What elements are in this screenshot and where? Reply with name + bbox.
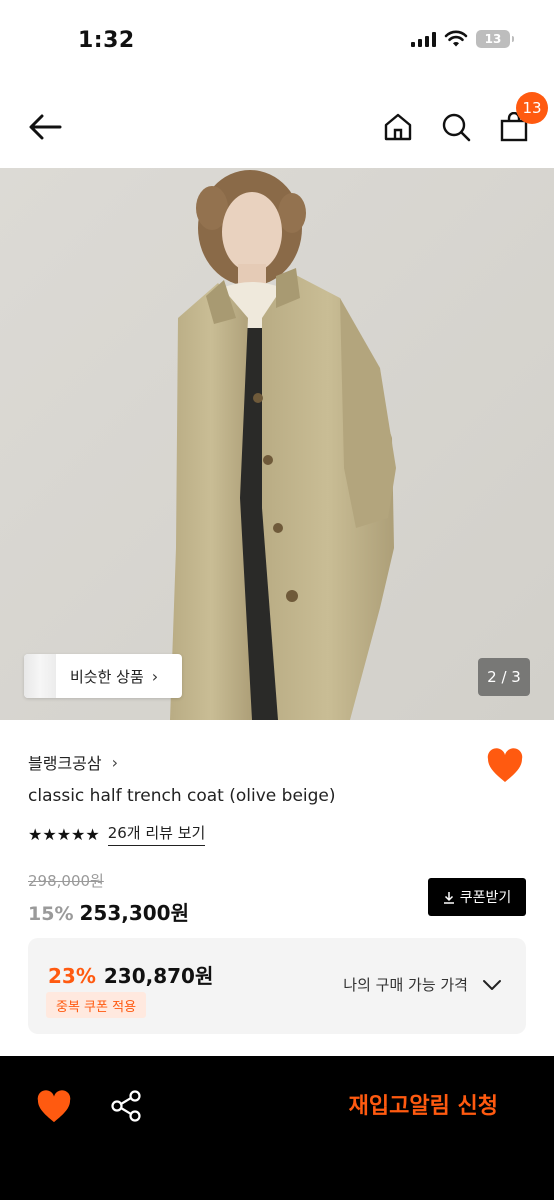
best-price: 230,870원 [103, 964, 214, 988]
best-price-row: 23% 230,870원 [48, 960, 213, 989]
discount-rate: 15% [28, 903, 74, 925]
price-row: 15% 253,300원 [28, 897, 189, 926]
like-button[interactable] [486, 748, 524, 784]
image-page-counter: 2 / 3 [478, 658, 530, 696]
best-discount-rate: 23% [48, 964, 96, 988]
chevron-right-icon: › [151, 666, 159, 686]
status-icons: 13 [411, 30, 514, 48]
original-price: 298,000원 [28, 872, 104, 890]
search-button[interactable] [436, 106, 476, 148]
brand-name: 블랭크공삼 [28, 754, 102, 773]
back-button[interactable] [24, 106, 66, 148]
cellular-signal-icon [411, 31, 436, 47]
home-icon [384, 113, 412, 141]
status-bar: 1:32 13 [0, 0, 554, 84]
rating-row: ★★★★★ 26개 리뷰 보기 [28, 822, 206, 846]
my-price-toggle[interactable]: 나의 구매 가능 가격 [343, 974, 502, 995]
sale-price: 253,300원 [79, 901, 189, 925]
restock-alert-button[interactable]: 재입고알림 신청 [349, 1088, 498, 1120]
product-name: classic half trench coat (olive beige) [28, 786, 336, 806]
battery-icon: 13 [476, 30, 514, 48]
product-photo [0, 168, 554, 720]
battery-level: 13 [484, 32, 502, 46]
chevron-right-icon: › [111, 752, 119, 772]
cart-count-badge: 13 [516, 92, 548, 124]
arrow-left-icon [29, 114, 62, 140]
share-button[interactable] [108, 1088, 144, 1124]
product-image-gallery[interactable]: 비슷한 상품 › 2 / 3 [0, 168, 554, 720]
stacked-coupon-tag: 중복 쿠폰 적용 [46, 992, 147, 1018]
similar-products-label: 비슷한 상품 [70, 667, 144, 686]
share-icon [111, 1090, 141, 1122]
chevron-down-icon [483, 979, 501, 990]
heart-icon [487, 748, 523, 782]
home-button[interactable] [378, 106, 418, 148]
wifi-icon [444, 30, 468, 47]
my-price-label: 나의 구매 가능 가격 [343, 976, 468, 994]
heart-icon [37, 1090, 71, 1123]
similar-product-thumbnail [24, 654, 56, 698]
status-time: 1:32 [78, 28, 135, 53]
top-nav: 13 [0, 84, 554, 168]
best-price-box[interactable]: 23% 230,870원 중복 쿠폰 적용 나의 구매 가능 가격 [28, 938, 526, 1034]
rating-stars: ★★★★★ [28, 824, 100, 844]
brand-link[interactable]: 블랭크공삼 › [28, 750, 118, 774]
similar-products-button[interactable]: 비슷한 상품 › [24, 654, 182, 698]
bottom-like-button[interactable] [36, 1090, 72, 1124]
download-icon [443, 891, 454, 904]
search-icon [442, 113, 471, 142]
review-link[interactable]: 26개 리뷰 보기 [107, 822, 206, 846]
nav-actions: 13 [378, 92, 548, 148]
coupon-button-label: 쿠폰받기 [459, 890, 512, 906]
coupon-download-button[interactable]: 쿠폰받기 [428, 878, 526, 916]
bottom-action-bar: 재입고알림 신청 [0, 1056, 554, 1200]
cart-button[interactable]: 13 [494, 92, 548, 148]
